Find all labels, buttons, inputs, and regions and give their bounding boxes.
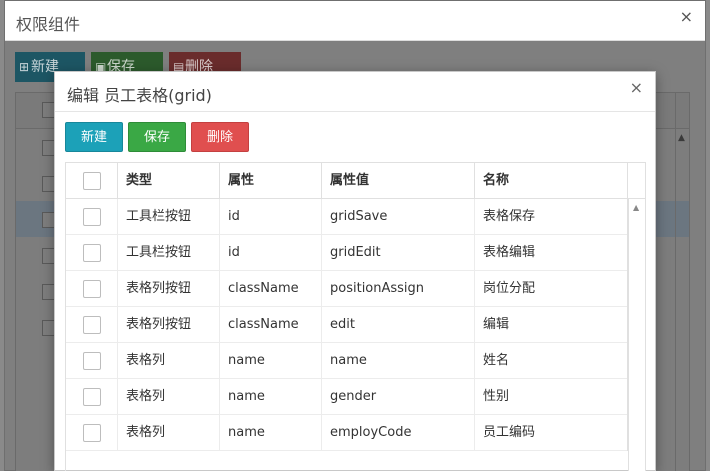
close-icon[interactable]: ×	[630, 78, 643, 97]
cell-attribute-value: name	[322, 343, 475, 379]
cell-attribute-value: gender	[322, 379, 475, 415]
cell-name: 性别	[475, 379, 628, 415]
row-checkbox-cell	[66, 307, 118, 343]
column-header-type[interactable]: 类型	[118, 163, 220, 199]
cell-attribute-value: positionAssign	[322, 271, 475, 307]
cell-name: 岗位分配	[475, 271, 628, 307]
cell-name: 员工编码	[475, 415, 628, 451]
table-row[interactable]: 工具栏按钮 id gridSave 表格保存	[66, 199, 630, 235]
row-checkbox-cell	[66, 379, 118, 415]
table-row[interactable]: 表格列按钮 className edit 编辑	[66, 307, 630, 343]
cell-attribute-value: gridSave	[322, 199, 475, 235]
column-header-attribute-value[interactable]: 属性值	[322, 163, 475, 199]
dialog-header: 编辑 员工表格(grid) ×	[55, 72, 655, 112]
select-all-cell	[66, 163, 118, 199]
cell-attribute-value: gridEdit	[322, 235, 475, 271]
cell-attribute: name	[220, 379, 322, 415]
grid-header: 类型 属性 属性值 名称	[66, 163, 645, 199]
outer-dialog-title: 权限组件	[16, 15, 81, 34]
cell-type: 工具栏按钮	[118, 235, 220, 271]
table-row[interactable]: 表格列按钮 className positionAssign 岗位分配	[66, 271, 630, 307]
grid-scrollbar[interactable]: ▲	[628, 199, 645, 471]
cell-attribute-value: edit	[322, 307, 475, 343]
column-header-name[interactable]: 名称	[475, 163, 628, 199]
plus-square-icon: ⊞	[19, 60, 30, 74]
row-checkbox-cell	[66, 415, 118, 451]
outer-close-icon[interactable]: ×	[680, 7, 693, 26]
table-row[interactable]: 表格列 name gender 性别	[66, 379, 630, 415]
row-checkbox-cell	[66, 235, 118, 271]
cell-type: 表格列	[118, 415, 220, 451]
cell-name: 编辑	[475, 307, 628, 343]
cell-attribute: name	[220, 415, 322, 451]
outer-grid-scrollbar[interactable]: ▲	[675, 93, 689, 471]
cell-attribute: name	[220, 343, 322, 379]
cell-attribute: className	[220, 307, 322, 343]
select-all-checkbox[interactable]	[83, 172, 101, 190]
outer-dialog-header: 权限组件 ×	[5, 1, 705, 41]
cell-attribute-value: employCode	[322, 415, 475, 451]
row-checkbox[interactable]	[83, 280, 101, 298]
permission-grid: 类型 属性 属性值 名称 工具栏按钮 id gridSave 表格保存 工具栏按钮 id g…	[65, 162, 646, 471]
cell-type: 表格列	[118, 379, 220, 415]
save-button[interactable]: 保存	[128, 122, 186, 152]
scroll-up-icon[interactable]: ▲	[678, 133, 685, 143]
table-row[interactable]: 工具栏按钮 id gridEdit 表格编辑	[66, 235, 630, 271]
cell-attribute: className	[220, 271, 322, 307]
delete-button[interactable]: 删除	[191, 122, 249, 152]
row-checkbox[interactable]	[83, 388, 101, 406]
edit-grid-dialog: 编辑 员工表格(grid) × 新建 保存 删除 类型 属性 属性值 名称 工具…	[54, 71, 656, 471]
row-checkbox[interactable]	[83, 352, 101, 370]
cell-type: 表格列按钮	[118, 271, 220, 307]
table-row[interactable]: 表格列 name employCode 员工编码	[66, 415, 630, 451]
row-checkbox-cell	[66, 343, 118, 379]
cell-type: 表格列	[118, 343, 220, 379]
cell-name: 表格保存	[475, 199, 628, 235]
row-checkbox[interactable]	[83, 316, 101, 334]
dialog-title: 编辑 员工表格(grid)	[67, 86, 212, 105]
row-checkbox[interactable]	[83, 244, 101, 262]
row-checkbox[interactable]	[83, 208, 101, 226]
row-checkbox[interactable]	[83, 424, 101, 442]
cell-attribute: id	[220, 199, 322, 235]
scroll-up-icon[interactable]: ▲	[633, 203, 639, 212]
cell-name: 姓名	[475, 343, 628, 379]
column-header-attribute[interactable]: 属性	[220, 163, 322, 199]
table-row[interactable]: 表格列 name name 姓名	[66, 343, 630, 379]
cell-type: 表格列按钮	[118, 307, 220, 343]
row-checkbox-cell	[66, 271, 118, 307]
cell-attribute: id	[220, 235, 322, 271]
cell-name: 表格编辑	[475, 235, 628, 271]
cell-type: 工具栏按钮	[118, 199, 220, 235]
row-checkbox-cell	[66, 199, 118, 235]
new-button[interactable]: 新建	[65, 122, 123, 152]
